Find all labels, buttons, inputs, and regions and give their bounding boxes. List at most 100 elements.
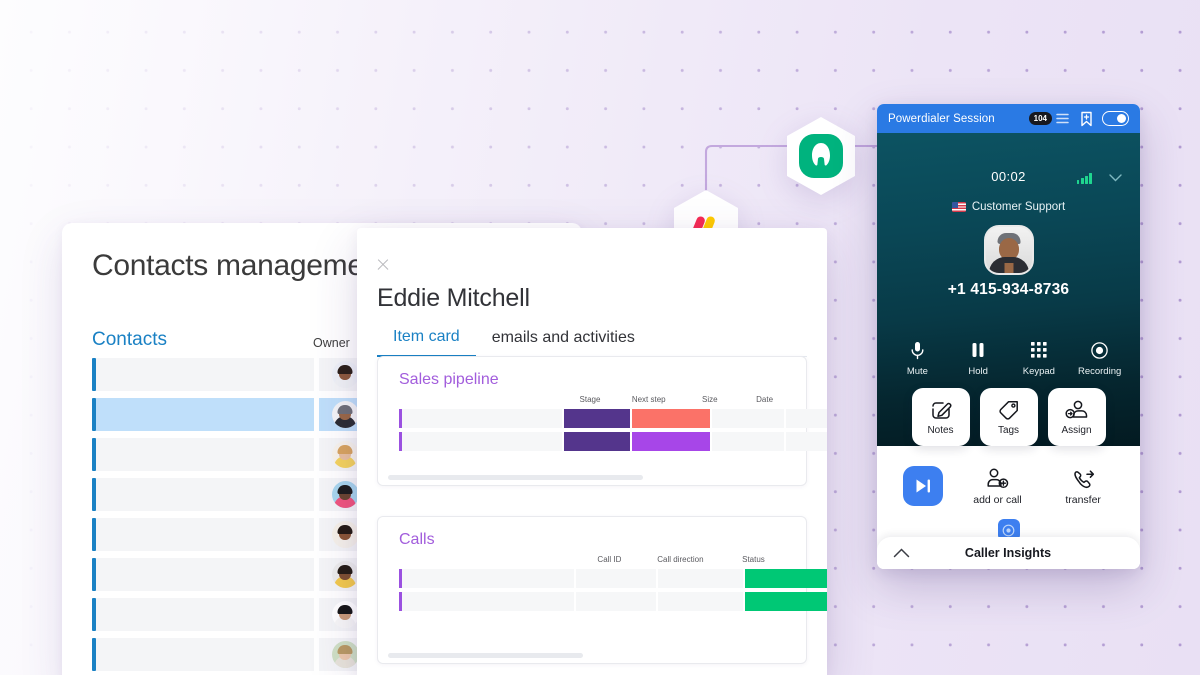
close-icon[interactable] — [376, 257, 390, 271]
contact-name — [96, 638, 314, 671]
sales-pipeline-heading: Sales pipeline — [399, 371, 499, 388]
pipeline-row[interactable] — [399, 432, 827, 451]
contact-name — [96, 438, 314, 471]
us-flag-icon — [951, 202, 966, 212]
control-mute[interactable]: Mute — [890, 338, 944, 377]
bottom-actions-row: add or call transfer — [877, 466, 1140, 506]
contacts-section-label: Contacts — [92, 329, 167, 350]
dialer-title: Powerdialer Session — [888, 112, 995, 125]
microphone-icon — [890, 338, 944, 362]
caller-phone-number: +1 415-934-8736 — [947, 281, 1070, 298]
call-row[interactable] — [399, 592, 827, 611]
call-queue-name: Customer Support — [971, 201, 1066, 213]
control-hold[interactable]: Hold — [951, 338, 1005, 377]
contact-name — [96, 598, 314, 631]
avatar — [331, 521, 359, 548]
bookmark-icon[interactable] — [1080, 111, 1093, 127]
quick-action-notes[interactable]: Notes — [911, 388, 970, 446]
deal-stage-chip — [564, 432, 630, 451]
deal-size — [712, 432, 784, 451]
chevron-down-icon[interactable] — [1109, 174, 1122, 182]
hamburger-icon[interactable] — [1056, 113, 1069, 124]
sales-pipeline-card: Sales pipeline Stage Next step Size Date — [377, 356, 827, 486]
deal-size — [712, 409, 784, 428]
deal-next-step-chip — [632, 409, 710, 428]
add-person-icon — [966, 466, 1028, 490]
deal-date — [786, 432, 827, 451]
pipeline-col-header: Size — [702, 395, 718, 404]
chevron-up-icon — [893, 548, 910, 558]
quick-action-assign[interactable]: Assign — [1047, 388, 1106, 446]
deal-date — [786, 409, 827, 428]
play-next-icon — [913, 476, 933, 496]
deal-stage-chip — [564, 409, 630, 428]
avatar — [331, 361, 359, 388]
session-toggle[interactable] — [1102, 111, 1129, 126]
page-title: Contacts management — [92, 249, 389, 282]
tab-emails-activities[interactable]: emails and activities — [476, 329, 651, 356]
caller-insights-bar[interactable]: Caller Insights — [877, 537, 1140, 569]
control-label: Hold — [968, 366, 988, 377]
pipeline-scrollbar[interactable] — [388, 475, 643, 480]
tab-item-card[interactable]: Item card — [377, 328, 476, 357]
deal-name — [402, 432, 562, 451]
calls-card: Calls Call ID Call direction Status — [377, 516, 827, 664]
action-label: transfer — [1065, 494, 1101, 506]
contact-name — [96, 518, 314, 551]
call-id — [576, 569, 656, 588]
avatar — [331, 601, 359, 628]
caller-insights-label: Caller Insights — [964, 546, 1052, 560]
action-transfer[interactable]: transfer — [1052, 466, 1114, 506]
quick-actions-row: Notes Tags Assign — [877, 388, 1140, 446]
pause-icon — [951, 338, 1005, 362]
calls-col-header: Call direction — [657, 555, 704, 564]
item-card-panel: Eddie Mitchell Item card emails and activ… — [357, 228, 827, 675]
call-queue-row: Customer Support — [877, 201, 1140, 213]
control-label: Recording — [1077, 366, 1122, 377]
owner-column-header: Owner — [313, 336, 350, 350]
call-row[interactable] — [399, 569, 827, 588]
control-recording[interactable]: Recording — [1073, 338, 1127, 377]
calls-col-header: Call ID — [597, 555, 622, 564]
pipeline-col-header: Date — [756, 395, 774, 404]
quick-action-tags[interactable]: Tags — [979, 388, 1038, 446]
phone-transfer-icon — [1052, 466, 1114, 490]
calls-col-header: Status — [742, 555, 765, 564]
caller-name — [402, 592, 574, 611]
control-keypad[interactable]: Keypad — [1012, 338, 1066, 377]
powerdialer-window: Powerdialer Session 104 00:02 Customer S… — [877, 104, 1140, 569]
avatar — [331, 401, 359, 428]
tag-icon — [998, 399, 1020, 421]
calls-column-headers: Call ID Call direction Status — [399, 555, 789, 564]
calls-scrollbar[interactable] — [388, 653, 583, 658]
page-background: Contacts management Contacts Owner Eddie… — [0, 0, 1200, 675]
status-badge — [745, 569, 827, 588]
control-label: Mute — [906, 366, 928, 377]
action-add-or-call[interactable]: add or call — [966, 466, 1028, 506]
session-count-badge: 104 — [1028, 112, 1052, 125]
contact-name — [96, 478, 314, 511]
quick-action-label: Notes — [927, 424, 954, 436]
pipeline-col-header: Next step — [631, 395, 666, 404]
contact-name — [96, 398, 314, 431]
action-label: add or call — [973, 494, 1022, 506]
contact-name — [96, 358, 314, 391]
caller-avatar — [983, 225, 1034, 275]
assign-person-icon — [1064, 399, 1089, 421]
signal-bars-icon — [1076, 173, 1092, 184]
pipeline-col-header: Stage — [579, 395, 601, 404]
avatar — [331, 561, 359, 588]
quick-action-label: Assign — [1061, 424, 1092, 436]
call-direction — [658, 569, 743, 588]
call-direction — [658, 592, 743, 611]
quick-action-label: Tags — [997, 424, 1020, 436]
play-next-button[interactable] — [902, 466, 943, 506]
caller-name — [402, 569, 574, 588]
contact-name — [96, 558, 314, 591]
dialer-actions-area: Notes Tags Assign add or call transfer Call… — [877, 388, 1140, 569]
avatar — [331, 481, 359, 508]
pipeline-row[interactable] — [399, 409, 827, 428]
note-pencil-icon — [930, 399, 952, 421]
record-dot-icon — [1073, 338, 1127, 362]
call-id — [576, 592, 656, 611]
